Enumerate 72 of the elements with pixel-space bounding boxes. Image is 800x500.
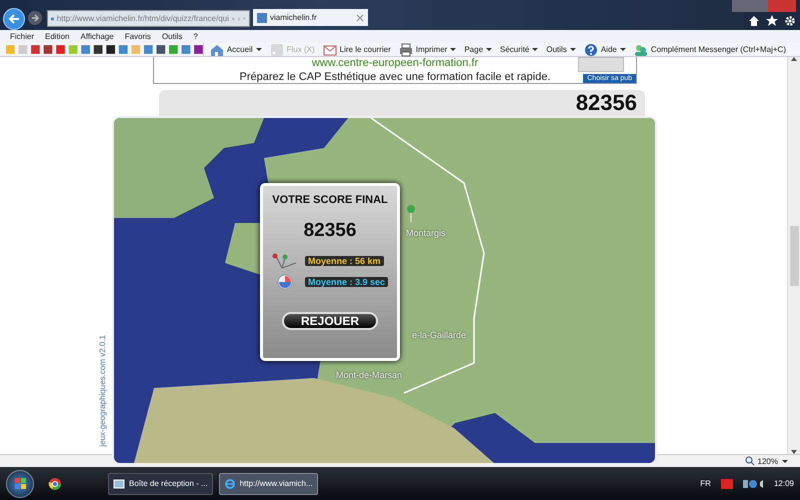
back-button[interactable] <box>3 8 25 30</box>
score-header: 82356 <box>159 90 645 116</box>
address-text: http://www.viamichelin.fr/htm/div/quizz/france/qui <box>56 14 229 23</box>
up-arrow-icon[interactable] <box>791 57 797 61</box>
scrollbar-thumb[interactable] <box>790 226 798 286</box>
caret-icon[interactable] <box>782 460 788 462</box>
toolbar-button[interactable]: Accueil <box>210 42 262 56</box>
down-arrow-icon[interactable] <box>791 450 797 454</box>
left-arrow-icon <box>8 13 20 25</box>
tab-title: viamichelin.fr <box>270 13 317 22</box>
menu-item[interactable]: Fichier <box>10 32 34 41</box>
menu-item[interactable]: Affichage <box>80 32 114 41</box>
ad-link[interactable]: www.centre-europeen-formation.fr <box>312 57 478 69</box>
browser-icon[interactable] <box>48 476 62 490</box>
replay-button[interactable]: REJOUER <box>282 312 378 330</box>
forward-button[interactable] <box>28 11 42 25</box>
map-label: e-la-Gaillarde <box>412 330 466 340</box>
help-icon[interactable] <box>584 42 598 56</box>
right-arrow-icon <box>31 14 39 22</box>
caret-icon[interactable] <box>570 48 576 51</box>
tray-app-icon[interactable] <box>720 478 733 488</box>
language-indicator[interactable]: FR <box>700 479 711 488</box>
final-score: 82356 <box>304 220 356 242</box>
windows-logo-icon <box>14 478 26 489</box>
stopwatch-icon <box>277 274 293 290</box>
caret-icon[interactable] <box>486 48 492 51</box>
caret-icon[interactable] <box>256 48 262 51</box>
zoom-level[interactable]: 120% <box>744 456 778 466</box>
menu-item[interactable]: Favoris <box>124 32 151 41</box>
magnifier-icon <box>744 456 755 466</box>
ad-image <box>578 57 624 72</box>
taskbar-window[interactable]: Boîte de réception - ... <box>108 472 213 494</box>
clock[interactable]: 12:09 <box>774 479 794 488</box>
average-text: Moyenne : 3.9 sec <box>305 277 388 287</box>
map-pin-icon <box>406 204 416 222</box>
inbox-icon <box>113 478 125 490</box>
toolbar-button[interactable]: Aide <box>584 42 626 56</box>
browser-tab[interactable]: viamichelin.fr <box>253 9 368 26</box>
envelope-icon[interactable] <box>322 42 337 56</box>
printer-icon[interactable] <box>398 42 413 56</box>
toolbar-button[interactable]: Complément Messenger (Ctrl+Maj+C) <box>634 42 786 56</box>
ad-text: Préparez le CAP Esthétique avec une formation facile et rapide. <box>239 71 551 83</box>
toolbar-button[interactable]: Lire le courrier <box>322 42 391 56</box>
page-icon <box>257 12 267 22</box>
menu-item[interactable]: ? <box>193 32 198 41</box>
caret-icon[interactable] <box>620 48 626 51</box>
menu-item[interactable]: Outils <box>162 32 182 41</box>
toolbar-button[interactable]: Outils <box>546 42 576 56</box>
caret-icon[interactable] <box>450 48 456 51</box>
toolbar-button[interactable]: Imprimer <box>398 42 456 56</box>
people-icon[interactable] <box>634 42 648 56</box>
pins-icon <box>271 252 299 270</box>
toolbar-button[interactable]: Page <box>464 42 492 56</box>
caret-icon[interactable] <box>532 48 538 51</box>
tray-icons-drawing[interactable] <box>742 478 764 488</box>
map-label: Montargis <box>406 228 446 238</box>
map-label: Mont-de-Marsan <box>336 370 402 380</box>
menu-item[interactable]: Edition <box>45 32 70 41</box>
start-button[interactable] <box>6 470 34 498</box>
settings-icon[interactable] <box>784 15 796 27</box>
taskbar-window[interactable]: http://www.viamich... <box>218 472 318 494</box>
favorites-bar-drawing[interactable] <box>6 45 203 54</box>
toolbar-button[interactable]: Sécurité <box>500 42 538 56</box>
home-icon[interactable] <box>748 15 760 27</box>
toolbar-button: Flux (X) <box>270 42 315 56</box>
close-icon[interactable] <box>356 14 364 22</box>
house-icon[interactable] <box>210 42 224 56</box>
browser-e-icon <box>224 478 236 490</box>
star-icon[interactable] <box>766 15 778 27</box>
credit-text[interactable]: jeux-geographiques.com v2.0.1 <box>98 335 107 447</box>
dialog-title: VOTRE SCORE FINAL <box>272 194 388 206</box>
average-text: Moyenne : 56 km <box>305 256 384 266</box>
